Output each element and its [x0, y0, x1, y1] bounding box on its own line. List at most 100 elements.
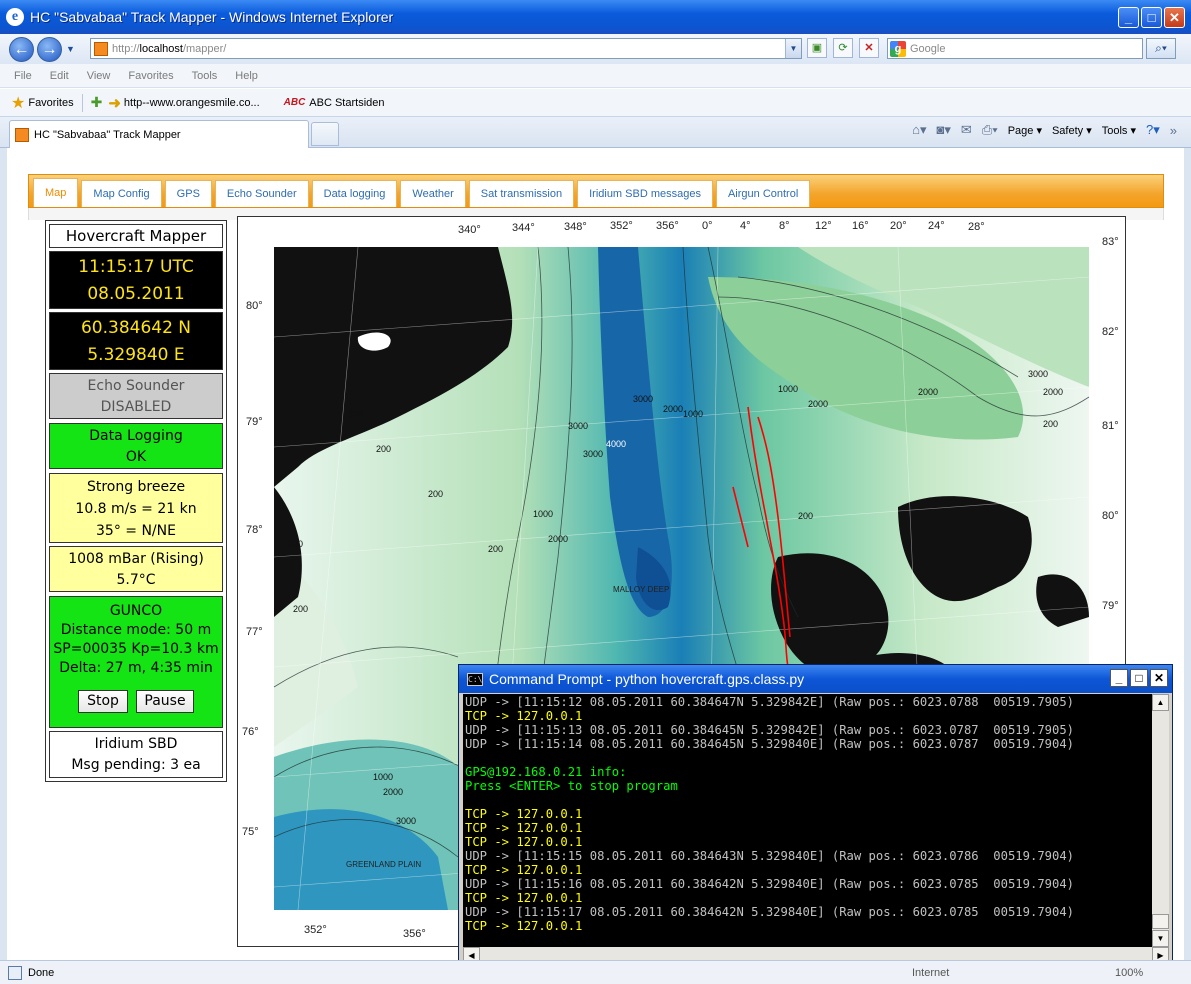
console-minimize-icon[interactable]: _	[1110, 669, 1128, 687]
console-vertical-scrollbar[interactable]: ▲ ▼	[1152, 694, 1169, 947]
console-line: UDP -> [11:15:15 08.05.2011 60.384643N 5…	[465, 849, 1075, 863]
search-icon[interactable]: ⌕▾	[1146, 38, 1176, 59]
time-box: 11:15:17 UTC 08.05.2011	[49, 251, 223, 309]
url-path: /mapper/	[182, 42, 227, 55]
lon-label: 340°	[458, 224, 481, 236]
address-bar[interactable]: http://localhost/mapper/ ▼	[90, 38, 802, 59]
console-icon: C:\	[467, 672, 483, 686]
pause-button[interactable]: Pause	[136, 690, 194, 713]
position-box: 60.384642 N 5.329840 E	[49, 312, 223, 370]
stop-button[interactable]: Stop	[78, 690, 128, 713]
menu-favorites[interactable]: Favorites	[128, 70, 173, 82]
console-line: UDP -> [11:15:14 08.05.2011 60.384645N 5…	[465, 737, 1075, 751]
lat-label: 81°	[1102, 420, 1119, 432]
url-host: localhost	[139, 42, 183, 55]
safety-menu-label: Safety	[1051, 124, 1084, 137]
link-arrow-icon: ➜	[108, 94, 121, 112]
browser-tab-active[interactable]: HC "Sabvabaa" Track Mapper	[9, 120, 309, 148]
lat-label: 80°	[246, 300, 263, 312]
mail-icon[interactable]: ✉	[961, 122, 972, 138]
wind-speed: 10.8 m/s = 21 kn	[75, 501, 197, 517]
search-placeholder: Google	[910, 42, 946, 55]
tab-map[interactable]: Map	[33, 178, 79, 207]
address-dropdown-icon[interactable]: ▼	[785, 39, 801, 58]
console-line: Press <ENTER> to stop program	[465, 779, 678, 793]
add-to-favorites-icon[interactable]: ✚	[91, 94, 103, 111]
favorite-link-abc[interactable]: ABC Startsiden	[309, 97, 384, 109]
menu-file[interactable]: File	[14, 70, 32, 82]
forward-arrow-icon[interactable]: →	[37, 36, 62, 62]
gunco-title: GUNCO	[109, 603, 163, 619]
tab-echo-sounder[interactable]: Echo Sounder	[214, 180, 309, 207]
console-line: UDP -> [11:15:17 08.05.2011 60.384642N 5…	[465, 905, 1075, 919]
safety-menu[interactable]: Safety ▾	[1052, 124, 1092, 137]
tab-iridium-sbd[interactable]: Iridium SBD messages	[577, 180, 713, 207]
tab-airgun-control[interactable]: Airgun Control	[715, 180, 811, 207]
console-output[interactable]: UDP -> [11:15:12 08.05.2011 60.384647N 5…	[463, 694, 1152, 947]
zoom-level[interactable]: 100%	[1115, 967, 1143, 979]
more-icon[interactable]: »	[1170, 123, 1177, 138]
place-label-malloy-deep: MALLOY DEEP	[613, 585, 669, 594]
scroll-down-icon[interactable]: ▼	[1152, 930, 1169, 947]
lon-label: 352°	[304, 924, 327, 936]
stop-icon[interactable]: ✕	[859, 38, 879, 58]
scroll-thumb[interactable]	[1152, 914, 1169, 929]
search-input[interactable]: g Google	[887, 38, 1143, 59]
history-dropdown-icon[interactable]: ▼	[66, 44, 75, 54]
scroll-up-icon[interactable]: ▲	[1152, 694, 1169, 711]
home-icon[interactable]: ⌂▾	[912, 122, 926, 138]
lon-label: 8°	[779, 220, 790, 232]
gunco-mode: Distance mode: 50 m	[60, 622, 212, 638]
minimize-icon[interactable]: _	[1118, 7, 1139, 28]
menu-edit[interactable]: Edit	[50, 70, 69, 82]
menu-view[interactable]: View	[87, 70, 111, 82]
lon-labels-bottom: 352° 356°	[304, 924, 426, 940]
tab-weather[interactable]: Weather	[400, 180, 466, 207]
echo-sounder-status: DISABLED	[100, 399, 172, 415]
lat-label: 80°	[1102, 510, 1119, 522]
lat-label: 79°	[1102, 600, 1119, 612]
console-maximize-icon[interactable]: □	[1130, 669, 1148, 687]
tab-gps[interactable]: GPS	[164, 180, 212, 207]
feeds-icon[interactable]: ◙▾	[937, 122, 951, 138]
console-close-icon[interactable]: ✕	[1150, 669, 1168, 687]
wind-description: Strong breeze	[86, 479, 186, 495]
depth-label: 2000	[808, 399, 828, 409]
new-tab-button[interactable]	[311, 122, 339, 146]
tab-map-config[interactable]: Map Config	[81, 180, 162, 207]
lat-label: 79°	[246, 416, 263, 428]
command-prompt-window[interactable]: C:\ Command Prompt - python hovercraft.g…	[458, 664, 1173, 967]
favorite-link-orangesmile[interactable]: http--www.orangesmile.co...	[124, 97, 260, 109]
close-icon[interactable]: ✕	[1164, 7, 1185, 28]
lon-label: 4°	[740, 220, 751, 232]
app-tab-bar: Map Map Config GPS Echo Sounder Data log…	[28, 174, 1164, 208]
back-arrow-icon[interactable]: ←	[9, 36, 34, 62]
depth-label: 2000	[548, 534, 568, 544]
console-line: UDP -> [11:15:13 08.05.2011 60.384645N 5…	[465, 723, 1075, 737]
print-icon[interactable]: ⎙▾	[982, 122, 998, 138]
depth-label: 200	[1043, 419, 1058, 429]
lon-labels-top: 340° 344° 348° 352° 356° 0° 4° 8° 12° 16…	[458, 220, 985, 236]
favorites-button[interactable]: Favorites	[28, 97, 73, 109]
menu-tools[interactable]: Tools	[192, 70, 218, 82]
echo-sounder-box: Echo Sounder DISABLED	[49, 373, 223, 419]
tab-sat-transmission[interactable]: Sat transmission	[468, 180, 575, 207]
tab-data-logging[interactable]: Data logging	[311, 180, 398, 207]
tools-menu[interactable]: Tools ▾	[1102, 124, 1136, 137]
refresh-icon[interactable]: ⟳	[833, 38, 853, 58]
compatibility-view-icon[interactable]: ▣	[807, 38, 827, 58]
page-menu-label: Page	[1007, 124, 1034, 137]
lon-label: 352°	[610, 220, 633, 232]
maximize-icon[interactable]: □	[1141, 7, 1162, 28]
favorites-star-icon[interactable]: ★	[11, 93, 25, 113]
menu-help[interactable]: Help	[235, 70, 258, 82]
help-icon[interactable]: ?▾	[1146, 122, 1160, 138]
depth-label: 200	[288, 539, 303, 549]
place-label-greenland-plain: GREENLAND PLAIN	[346, 860, 421, 869]
security-zone[interactable]: Internet	[912, 967, 949, 979]
data-logging-box: Data Logging OK	[49, 423, 223, 469]
page-menu[interactable]: Page ▾	[1008, 124, 1042, 137]
console-line: TCP -> 127.0.0.1	[465, 821, 583, 835]
abc-logo-icon: ABC	[283, 97, 306, 108]
depth-label: 3000	[583, 449, 603, 459]
